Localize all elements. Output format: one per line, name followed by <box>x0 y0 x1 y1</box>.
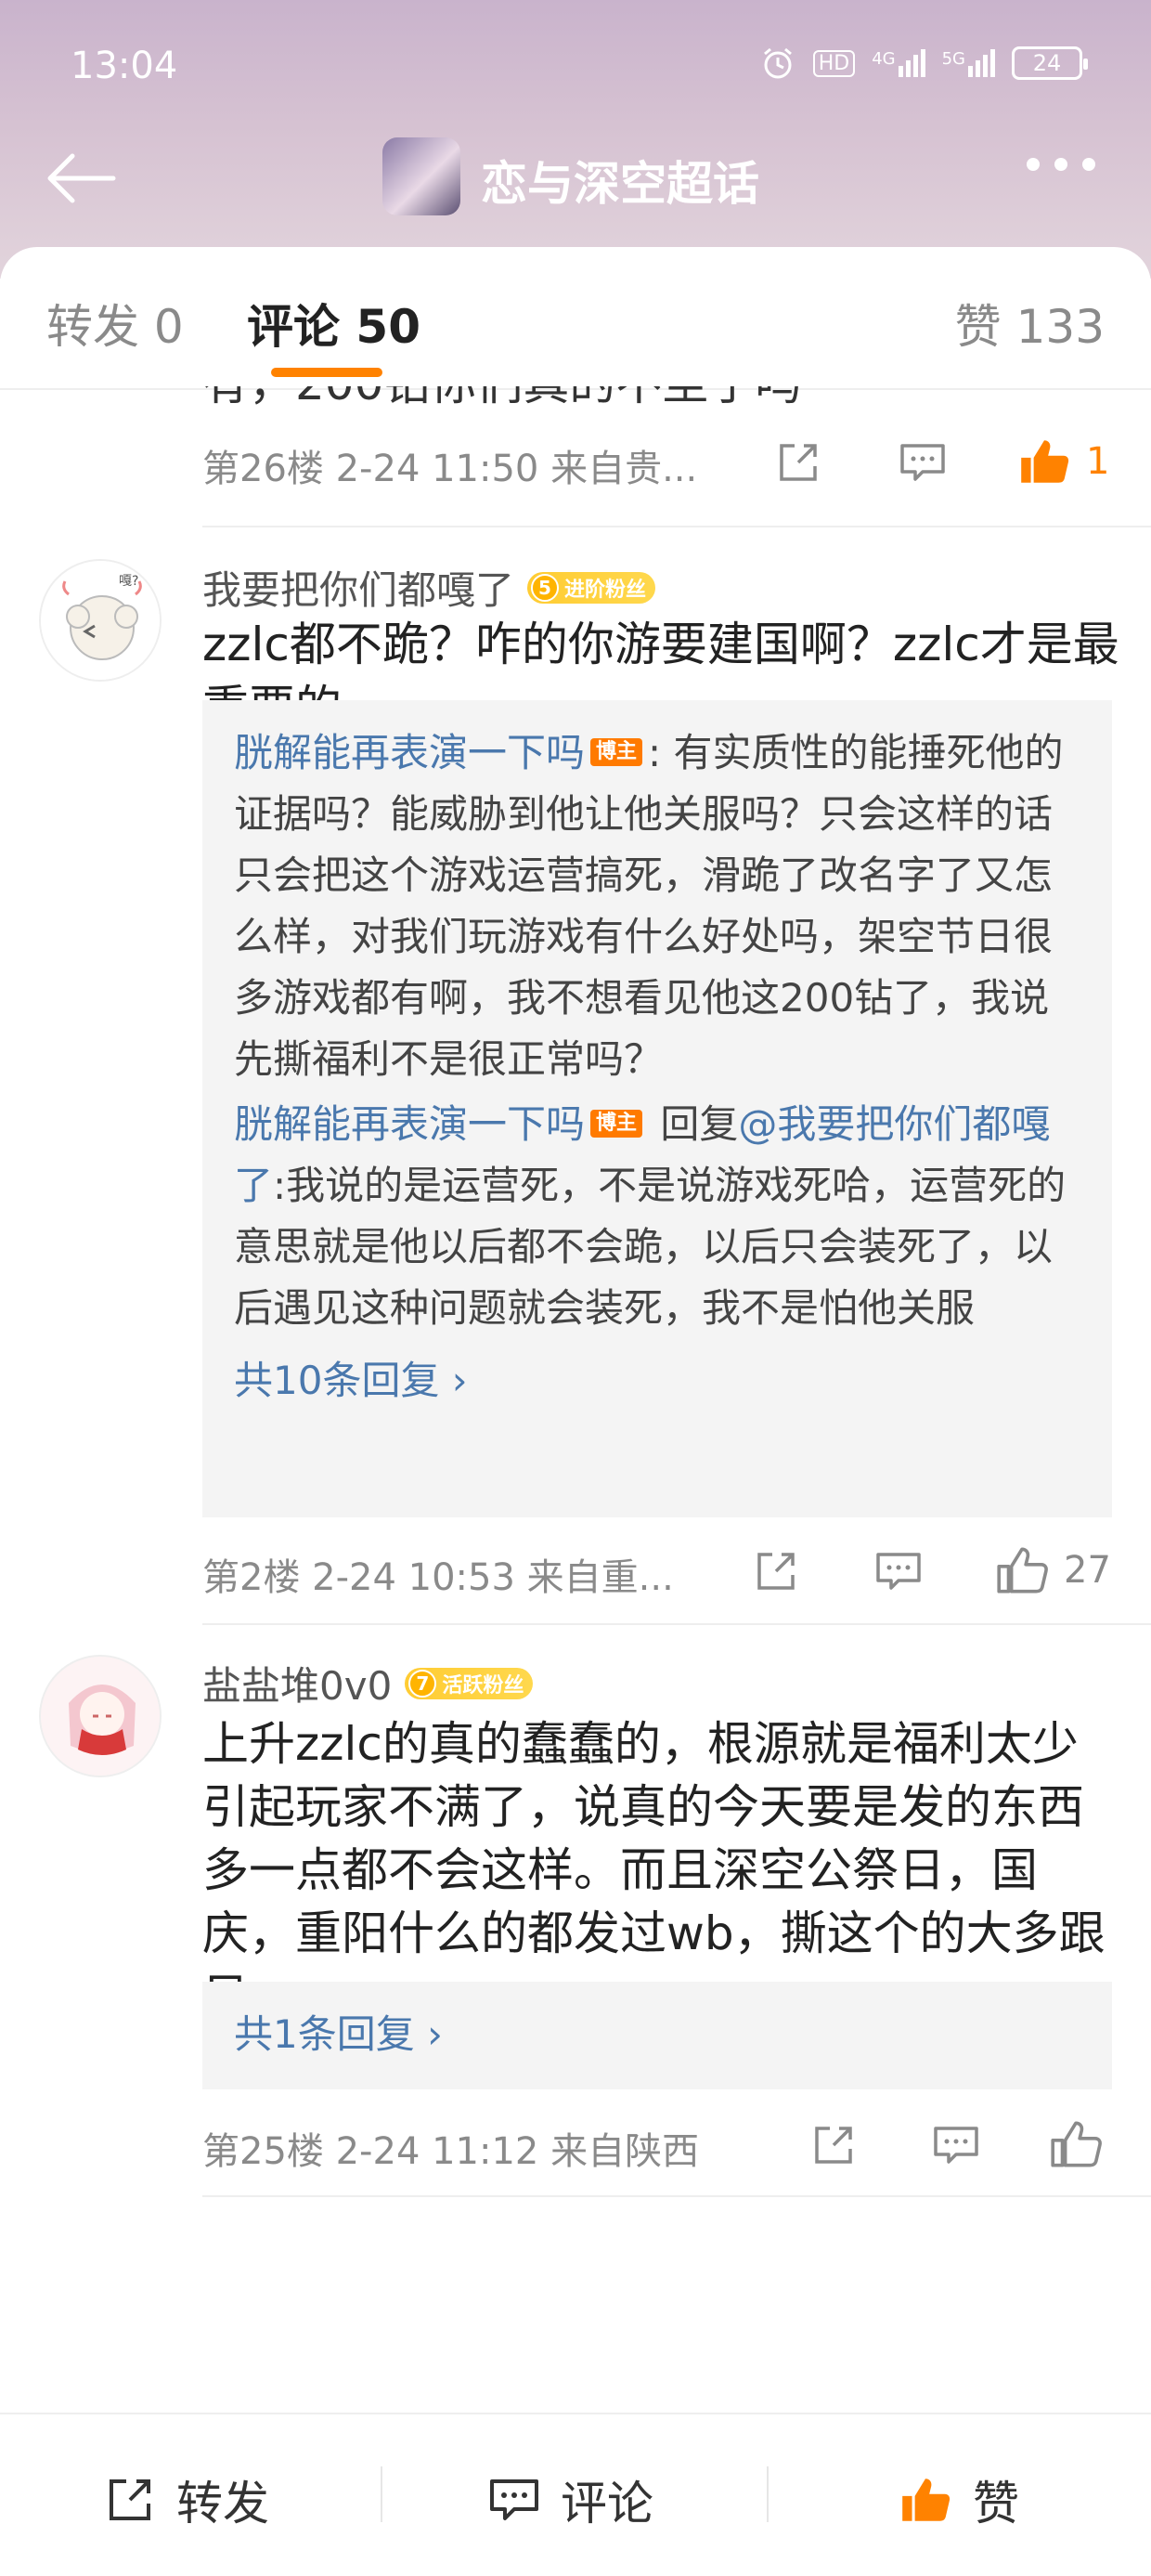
partial-comment-text: 有，200钻你们真的不至于吗 <box>202 386 908 410</box>
tab-repost[interactable]: 转发 0 <box>46 290 184 357</box>
like-button[interactable]: 27 <box>993 1542 1111 1599</box>
comment-label: 评论 <box>561 2477 653 2530</box>
repost-label: 转发 <box>176 2477 269 2530</box>
reply-preview-box[interactable]: 胱解能再表演一下吗 博主: 有实质性的能捶死他的证据吗？能威胁到他让他关服吗？只会… <box>202 700 1112 1517</box>
more-replies-link[interactable]: 共10条回复 › <box>234 1350 1080 1412</box>
alarm-icon <box>763 47 792 79</box>
tab-bar: 转发 0 评论 50 赞 133 <box>0 247 1151 386</box>
title-bar: 恋与深空超话 <box>0 130 1151 223</box>
share-icon[interactable] <box>770 435 826 490</box>
comment-floor-info: 第25楼 2-24 11:12 来自陕西 <box>202 2130 700 2173</box>
tab-likes[interactable]: 赞 133 <box>955 290 1105 357</box>
thumbs-up-icon <box>1051 2121 1102 2167</box>
reply-item: 胱解能再表演一下吗 博主: 有实质性的能捶死他的证据吗？能威胁到他让他关服吗？只会… <box>234 722 1080 1090</box>
bottom-separator <box>381 2466 382 2522</box>
like-button[interactable] <box>1047 2115 1118 2173</box>
topic-avatar[interactable] <box>382 137 460 215</box>
signal-5g-icon: 5G <box>942 49 995 77</box>
reply-preview-box[interactable]: 共1条回复 › <box>202 1982 1112 2089</box>
badge-label: 进阶粉丝 <box>564 578 647 602</box>
back-arrow-icon[interactable] <box>45 150 119 206</box>
status-time: 13:04 <box>71 45 178 87</box>
like-post-button[interactable]: 赞 <box>897 2463 1019 2537</box>
share-icon <box>110 2479 150 2520</box>
badge-level: 7 <box>408 1669 437 1698</box>
comment-icon[interactable] <box>895 435 951 490</box>
thumbs-up-icon <box>997 1547 1048 1594</box>
battery-icon: 24 <box>1012 46 1088 80</box>
comment-divider <box>202 526 1151 527</box>
repost-button[interactable]: 转发 <box>102 2463 269 2537</box>
comment-floor-info: 第26楼 2-24 11:50 来自贵... <box>202 448 698 490</box>
share-icon[interactable] <box>806 2117 861 2173</box>
comment-meta: 第25楼 2-24 11:12 来自陕西 <box>202 2121 1131 2177</box>
username[interactable]: 盐盐堆0v0 <box>202 1655 392 1711</box>
comment-floor-info: 第2楼 2-24 10:53 来自重... <box>202 1556 674 1599</box>
comment-meta-26: 第26楼 2-24 11:50 来自贵... 1 <box>202 438 1131 494</box>
thumbs-up-filled-icon <box>1021 440 1069 483</box>
reply-item: 胱解能再表演一下吗 博主 回复@我要把你们都嘎了:我说的是运营死，不是说游戏死哈，… <box>234 1094 1080 1339</box>
like-button[interactable]: 1 <box>1015 433 1109 490</box>
fan-level-badge[interactable]: 5 进阶粉丝 <box>527 571 656 604</box>
comment-text: 上升zzlc的真的蠢蠢的，根源就是福利太少引起玩家不满了，说真的今天要是发的东西… <box>202 1717 1106 2023</box>
reply-word: 回复 <box>648 1101 739 1147</box>
bottom-action-bar: 转发 评论 赞 <box>0 2413 1151 2576</box>
comments-panel: 转发 0 评论 50 赞 133 有，200钻你们真的不至于吗 第26楼 2-2… <box>0 247 1151 2574</box>
like-count: 27 <box>1064 1549 1111 1592</box>
comment-divider <box>202 1623 1151 1625</box>
sheep-avatar-icon: 嘎? <box>41 561 160 680</box>
user-avatar[interactable]: 嘎? <box>39 559 162 682</box>
more-replies-link[interactable]: 共1条回复 › <box>234 2004 1080 2065</box>
username[interactable]: 我要把你们都嘎了 <box>202 559 514 616</box>
signal-4g-icon: 4G <box>872 49 925 77</box>
like-count: 1 <box>1086 440 1110 483</box>
comment-meta: 第2楼 2-24 10:53 来自重... 27 <box>202 1547 1131 1603</box>
like-label: 赞 <box>973 2477 1019 2530</box>
comment-button[interactable]: 评论 <box>486 2463 653 2537</box>
more-options-icon[interactable] <box>1027 158 1095 171</box>
status-icons: HD 4G 5G 24 <box>759 45 1088 82</box>
comment-icon[interactable] <box>871 1543 926 1599</box>
reply-author[interactable]: 胱解能再表演一下吗 <box>234 730 585 775</box>
signal-4g-label: 4G <box>872 49 896 69</box>
badge-label: 活跃粉丝 <box>442 1673 524 1698</box>
reply-content: : 有实质性的能捶死他的证据吗？能威胁到他让他关服吗？只会这样的话只会把这个游戏… <box>234 730 1064 1082</box>
reply-author[interactable]: 胱解能再表演一下吗 <box>234 1101 585 1147</box>
comment-author[interactable]: 我要把你们都嘎了 5 进阶粉丝 <box>202 559 656 616</box>
partial-comment-cut: 有，200钻你们真的不至于吗 <box>202 386 801 410</box>
anime-avatar-icon <box>41 1657 160 1776</box>
status-bar: 13:04 HD 4G 5G 24 <box>0 35 1151 100</box>
signal-5g-label: 5G <box>941 49 965 69</box>
share-icon[interactable] <box>748 1543 804 1599</box>
blogger-tag: 博主 <box>590 1109 643 1138</box>
comment-divider <box>202 2195 1151 2197</box>
page-title[interactable]: 恋与深空超话 <box>481 147 759 214</box>
reply-content: :我说的是运营死，不是说游戏死哈，运营死的意思就是他以后都不会跪，以后只会装死了… <box>234 1163 1067 1331</box>
comment-author[interactable]: 盐盐堆0v0 7 活跃粉丝 <box>202 1655 534 1711</box>
thumbs-up-filled-icon <box>902 2478 951 2521</box>
hd-icon: HD <box>812 49 856 77</box>
battery-level: 24 <box>1032 50 1062 76</box>
tab-comments[interactable]: 评论 50 <box>247 290 420 357</box>
active-tab-indicator <box>271 368 382 377</box>
bottom-separator <box>767 2466 769 2522</box>
user-avatar[interactable] <box>39 1655 162 1777</box>
blogger-tag: 博主 <box>590 737 643 766</box>
badge-level: 5 <box>531 573 560 602</box>
fan-level-badge[interactable]: 7 活跃粉丝 <box>405 1667 534 1699</box>
comment-icon[interactable] <box>928 2117 984 2173</box>
svg-text:嘎?: 嘎? <box>119 574 138 589</box>
comment-icon <box>490 2479 538 2520</box>
